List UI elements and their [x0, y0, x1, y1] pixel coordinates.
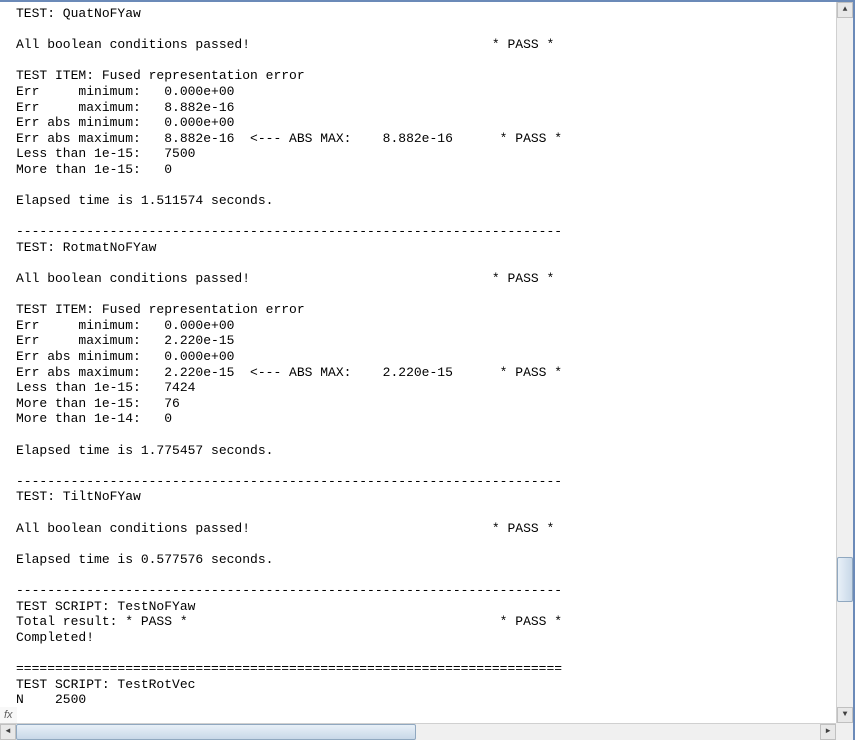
- chevron-left-icon: ◄: [6, 728, 11, 736]
- horizontal-scroll-thumb[interactable]: [16, 724, 416, 740]
- vertical-scrollbar[interactable]: ▲ ▼: [836, 2, 853, 723]
- scroll-right-button[interactable]: ►: [820, 724, 836, 740]
- scroll-up-button[interactable]: ▲: [837, 2, 853, 18]
- horizontal-scrollbar[interactable]: ◄ ►: [0, 723, 836, 740]
- scroll-left-button[interactable]: ◄: [0, 724, 16, 740]
- chevron-right-icon: ►: [826, 728, 831, 736]
- console-output-area: TEST: QuatNoFYaw All boolean conditions …: [0, 2, 836, 723]
- scroll-down-button[interactable]: ▼: [837, 707, 853, 723]
- chevron-down-icon: ▼: [843, 711, 848, 719]
- fx-label: fx: [0, 707, 17, 723]
- vertical-scroll-thumb[interactable]: [837, 557, 853, 602]
- chevron-up-icon: ▲: [843, 6, 848, 14]
- console-text: TEST: QuatNoFYaw All boolean conditions …: [0, 2, 836, 712]
- scroll-corner: [836, 723, 853, 740]
